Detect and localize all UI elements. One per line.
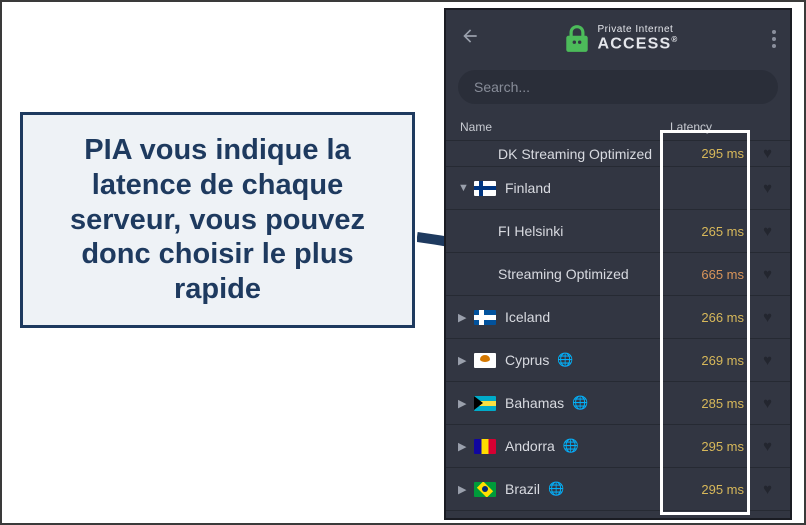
server-latency: 269 ms: [674, 353, 744, 368]
server-name: Iceland: [505, 309, 550, 325]
kebab-dot-icon: [772, 44, 776, 48]
back-arrow-icon: [460, 26, 480, 46]
server-row[interactable]: ▶ Cyprus 🌐 269 ms ♥: [446, 339, 790, 382]
server-latency: 665 ms: [674, 267, 744, 282]
kebab-dot-icon: [772, 30, 776, 34]
chevron-down-icon: ▼: [458, 182, 472, 194]
chevron-right-icon: ▶: [458, 311, 472, 324]
pia-app-window: Private Internet ACCESS® Name Latency DK…: [444, 8, 792, 520]
favorite-button[interactable]: ♥: [744, 180, 772, 197]
geo-icon: 🌐: [548, 481, 564, 497]
lock-icon: [564, 24, 590, 54]
server-name: Bahamas: [505, 395, 564, 411]
search-container: [446, 68, 790, 114]
server-row[interactable]: FI Helsinki 265 ms ♥: [446, 210, 790, 253]
server-latency: 295 ms: [674, 146, 744, 161]
server-name: Cyprus: [505, 352, 549, 368]
chevron-right-icon: ▶: [458, 483, 472, 496]
server-row[interactable]: ▶ Bahamas 🌐 285 ms ♥: [446, 382, 790, 425]
server-latency: 266 ms: [674, 310, 744, 325]
server-row[interactable]: ▼ Finland ♥: [446, 167, 790, 210]
server-latency: 295 ms: [674, 482, 744, 497]
server-row[interactable]: ▶ Iceland 266 ms ♥: [446, 296, 790, 339]
chevron-right-icon: ▶: [458, 440, 472, 453]
server-row[interactable]: DK Streaming Optimized 295 ms ♥: [446, 141, 790, 167]
back-button[interactable]: [460, 26, 480, 52]
name-column-header[interactable]: Name: [460, 120, 670, 134]
server-name: Andorra: [505, 438, 555, 454]
server-latency: 295 ms: [674, 439, 744, 454]
server-list[interactable]: DK Streaming Optimized 295 ms ♥ ▼ Finlan…: [446, 141, 790, 518]
favorite-button[interactable]: ♥: [744, 481, 772, 498]
latency-column-header[interactable]: Latency: [670, 120, 774, 134]
kebab-dot-icon: [772, 37, 776, 41]
flag-bahamas-icon: [474, 396, 496, 411]
favorite-button[interactable]: ♥: [744, 309, 772, 326]
brand-line2: ACCESS®: [598, 36, 679, 53]
app-header: Private Internet ACCESS®: [446, 10, 790, 68]
server-name: Brazil: [505, 481, 540, 497]
app-logo: Private Internet ACCESS®: [498, 24, 744, 54]
flag-brazil-icon: [474, 482, 496, 497]
flag-andorra-icon: [474, 439, 496, 454]
flag-finland-icon: [474, 181, 496, 196]
flag-cyprus-icon: [474, 353, 496, 368]
favorite-button[interactable]: ♥: [744, 395, 772, 412]
callout-text: PIA vous indique la latence de chaque se…: [70, 134, 365, 305]
column-headers: Name Latency: [446, 114, 790, 141]
server-name: Streaming Optimized: [498, 266, 629, 282]
favorite-button[interactable]: ♥: [744, 438, 772, 455]
server-row[interactable]: Streaming Optimized 665 ms ♥: [446, 253, 790, 296]
server-name: DK Streaming Optimized: [498, 146, 652, 162]
menu-button[interactable]: [772, 30, 776, 48]
favorite-button[interactable]: ♥: [744, 352, 772, 369]
server-latency: 265 ms: [674, 224, 744, 239]
favorite-button[interactable]: ♥: [744, 223, 772, 240]
chevron-right-icon: ▶: [458, 354, 472, 367]
server-name: Finland: [505, 180, 551, 196]
favorite-button[interactable]: ♥: [744, 145, 772, 162]
server-row[interactable]: ▶ Brazil 🌐 295 ms ♥: [446, 468, 790, 511]
search-input[interactable]: [458, 70, 778, 104]
callout-box: PIA vous indique la latence de chaque se…: [20, 112, 415, 328]
server-row[interactable]: ▶ Andorra 🌐 295 ms ♥: [446, 425, 790, 468]
geo-icon: 🌐: [563, 438, 579, 454]
geo-icon: 🌐: [572, 395, 588, 411]
flag-iceland-icon: [474, 310, 496, 325]
favorite-button[interactable]: ♥: [744, 266, 772, 283]
chevron-right-icon: ▶: [458, 397, 472, 410]
server-name: FI Helsinki: [498, 223, 563, 239]
geo-icon: 🌐: [557, 352, 573, 368]
server-latency: 285 ms: [674, 396, 744, 411]
